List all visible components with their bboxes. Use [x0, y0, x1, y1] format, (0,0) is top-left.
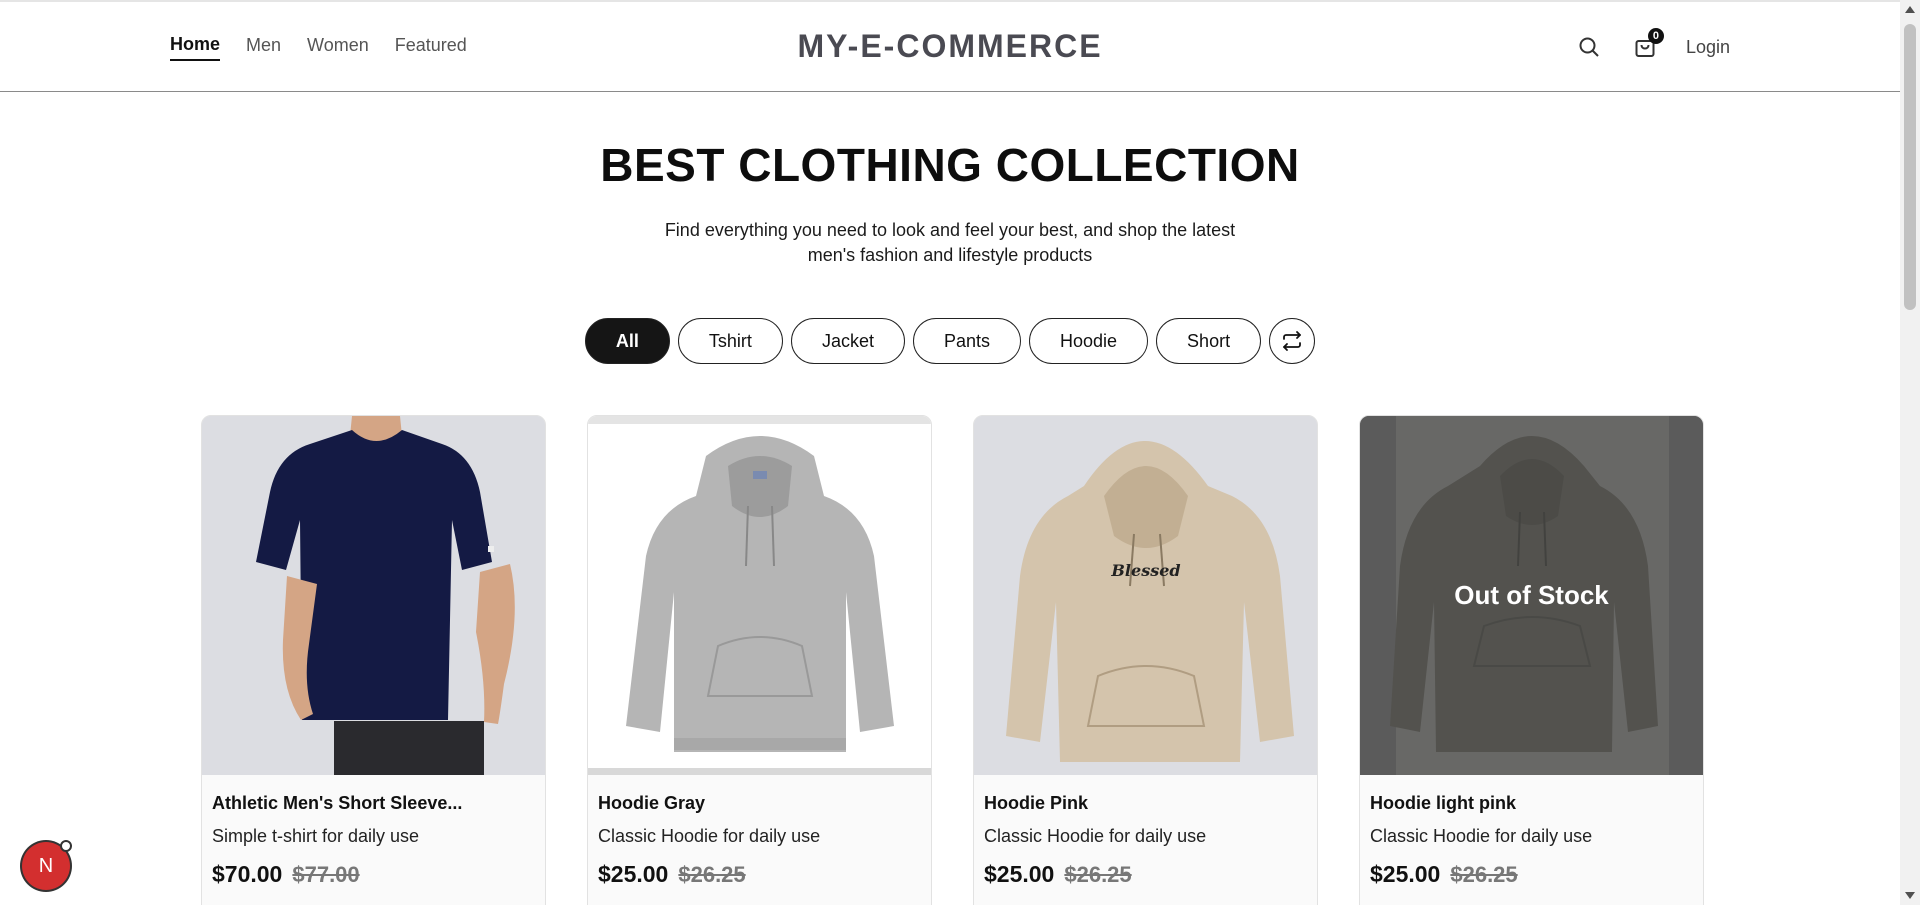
dev-badge-letter: N [38, 854, 54, 877]
page-scrollbar[interactable] [1900, 0, 1920, 905]
login-link[interactable]: Login [1686, 37, 1730, 58]
product-description: Classic Hoodie for daily use [1370, 826, 1593, 846]
product-name: Hoodie Pink [984, 793, 1089, 813]
reset-filter-button[interactable] [1269, 318, 1316, 364]
nav-featured[interactable]: Featured [395, 35, 467, 60]
hoodie-print-text: Blessed [1110, 561, 1180, 580]
product-prices: $25.00 $26.25 [984, 861, 1307, 888]
brand-logo[interactable]: MY-E-COMMERCE [797, 28, 1102, 64]
product-price: $25.00 [1370, 861, 1441, 887]
search-button[interactable] [1574, 32, 1604, 62]
nav-women[interactable]: Women [307, 35, 369, 60]
product-image-olive-hoodie: Out of Stock [1360, 416, 1703, 775]
scroll-down-arrow-icon[interactable] [1905, 892, 1915, 899]
product-price: $25.00 [984, 861, 1055, 887]
filter-hoodie[interactable]: Hoodie [1029, 318, 1149, 364]
search-icon [1579, 37, 1599, 57]
product-grid: Athletic Men's Short Sleeve... Simple t-… [201, 415, 1704, 905]
product-price: $70.00 [212, 861, 283, 887]
product-old-price: $26.25 [1064, 862, 1132, 887]
dev-tools-badge[interactable]: N [22, 840, 72, 890]
product-name: Hoodie Gray [598, 793, 706, 813]
tshirt-model-illustration [202, 416, 545, 775]
product-price: $25.00 [598, 861, 669, 887]
nav-men[interactable]: Men [246, 35, 281, 60]
cart-count-badge: 0 [1647, 28, 1664, 44]
filter-short[interactable]: Short [1156, 318, 1262, 364]
product-old-price: $26.25 [1450, 862, 1518, 887]
product-prices: $70.00 $77.00 [212, 861, 535, 888]
product-card[interactable]: Athletic Men's Short Sleeve... Simple t-… [201, 415, 546, 905]
site-header: Home Men Women Featured MY-E-COMMERCE 0 … [0, 2, 1900, 92]
category-filters: All Tshirt Jacket Pants Hoodie Short [0, 318, 1900, 364]
product-card[interactable]: Out of Stock Hoodie light pink Classic H… [1359, 415, 1704, 905]
product-prices: $25.00 $26.25 [598, 861, 921, 888]
cart-button[interactable]: 0 [1630, 28, 1664, 62]
gray-hoodie-illustration [588, 416, 931, 775]
product-old-price: $26.25 [678, 862, 746, 887]
product-image-beige-hoodie: Blessed [974, 416, 1317, 775]
main-nav: Home Men Women Featured [170, 2, 467, 92]
product-prices: $25.00 $26.25 [1370, 861, 1693, 888]
product-card[interactable]: Blessed Hoodie Pink Classic Hoodie for d… [973, 415, 1318, 905]
page-title: BEST CLOTHING COLLECTION [600, 139, 1300, 191]
out-of-stock-overlay: Out of Stock [1360, 416, 1703, 775]
nav-home[interactable]: Home [170, 34, 221, 61]
product-image-gray-hoodie [588, 416, 931, 775]
product-name: Hoodie light pink [1370, 793, 1516, 813]
product-image-navy-tshirt [202, 416, 545, 775]
beige-hoodie-illustration: Blessed [974, 416, 1317, 775]
page-subtitle: Find everything you need to look and fee… [664, 220, 1236, 265]
notification-dot-icon [60, 840, 72, 852]
scroll-up-arrow-icon[interactable] [1905, 6, 1915, 13]
product-description: Classic Hoodie for daily use [984, 826, 1207, 846]
product-name: Athletic Men's Short Sleeve... [212, 793, 463, 813]
header-actions: 0 Login [1574, 2, 1730, 92]
product-description: Simple t-shirt for daily use [212, 826, 420, 846]
filter-tshirt[interactable]: Tshirt [677, 318, 783, 364]
filter-all[interactable]: All [584, 318, 670, 364]
product-old-price: $77.00 [292, 862, 360, 887]
filter-jacket[interactable]: Jacket [790, 318, 905, 364]
filter-pants[interactable]: Pants [912, 318, 1021, 364]
swap-arrows-icon [1283, 331, 1301, 351]
product-description: Classic Hoodie for daily use [598, 826, 821, 846]
product-card[interactable]: Hoodie Gray Classic Hoodie for daily use… [587, 415, 932, 905]
scroll-thumb[interactable] [1904, 24, 1916, 310]
